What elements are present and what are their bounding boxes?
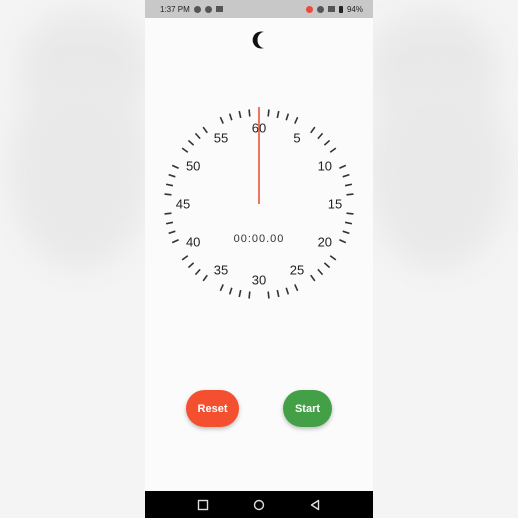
dial-tick	[317, 268, 324, 276]
battery-level: 94%	[346, 4, 363, 14]
dial-tick	[285, 287, 290, 295]
dial-tick	[187, 262, 195, 269]
signal-icon	[327, 6, 335, 12]
dial-tick	[202, 274, 208, 282]
circle-icon	[253, 499, 265, 510]
dial-tick	[165, 183, 174, 187]
dial-tick	[238, 289, 242, 298]
reset-button[interactable]: Reset	[186, 390, 239, 427]
dial-tick	[267, 109, 270, 117]
record-icon	[305, 5, 313, 13]
dial-label: 30	[252, 273, 266, 288]
notification-icon	[193, 5, 201, 13]
dial-tick	[310, 274, 316, 282]
dial-tick	[344, 221, 353, 225]
dial-tick	[267, 291, 270, 299]
dial-label: 50	[186, 159, 200, 174]
background-blur	[368, 70, 508, 270]
status-bar: 1:37 PM 94%	[145, 0, 373, 18]
dial-tick	[248, 291, 251, 299]
dial-tick	[248, 109, 251, 117]
dial-tick	[238, 110, 242, 119]
dial-tick	[323, 139, 331, 146]
timer-display: 00:00.00	[233, 233, 285, 245]
notification-icon	[215, 6, 223, 12]
navigation-bar	[145, 491, 373, 518]
dial-tick	[219, 284, 224, 292]
dial-tick	[346, 212, 354, 215]
dial-tick	[317, 132, 324, 140]
dial-tick	[164, 193, 172, 196]
dial-tick	[310, 126, 316, 134]
dial-label: 25	[290, 262, 304, 277]
back-button[interactable]	[305, 495, 325, 515]
dial-tick	[202, 126, 208, 134]
notification-icon	[204, 5, 212, 13]
dial-tick	[187, 139, 195, 146]
start-button[interactable]: Start	[283, 390, 332, 427]
dial-tick	[228, 113, 233, 121]
dial-tick	[285, 113, 290, 121]
phone-screen: 1:37 PM 94% 60 5 10 15 20 25 30 35 40 45 50 55 00:0…	[145, 0, 373, 518]
square-icon	[197, 499, 209, 510]
triangle-back-icon	[310, 499, 320, 510]
dial-label: 5	[293, 131, 300, 146]
dial-label: 45	[176, 197, 190, 212]
dial-tick	[342, 173, 350, 178]
recents-button[interactable]	[193, 495, 213, 515]
dial-tick	[329, 255, 337, 261]
dial-tick	[344, 183, 353, 187]
dial-tick	[171, 164, 179, 169]
dial-tick	[181, 147, 189, 153]
dial-tick	[276, 289, 280, 298]
stopwatch-dial: 60510152025303540455055	[164, 107, 354, 299]
dial-tick	[219, 116, 224, 124]
status-time: 1:37 PM	[160, 4, 190, 14]
dial-tick	[294, 116, 299, 124]
home-button[interactable]	[249, 495, 269, 515]
dial-tick	[194, 132, 201, 140]
dial-tick	[294, 284, 299, 292]
dial-tick	[164, 212, 172, 215]
dial-label: 55	[214, 131, 228, 146]
dial-tick	[276, 110, 280, 119]
dial-tick	[323, 262, 331, 269]
dial-label: 35	[214, 262, 228, 277]
dial-tick	[339, 164, 347, 169]
dial-tick	[168, 173, 176, 178]
dial-tick	[346, 193, 354, 196]
dial-tick	[181, 255, 189, 261]
dial-tick	[194, 268, 201, 276]
dial-tick	[165, 221, 174, 225]
wifi-icon	[316, 5, 324, 13]
background-blur	[10, 70, 150, 270]
dial-tick	[228, 287, 233, 295]
dial-label: 15	[328, 197, 342, 212]
dial-label: 10	[318, 159, 332, 174]
battery-icon	[338, 5, 343, 13]
moon-icon[interactable]	[250, 29, 272, 51]
dial-tick	[329, 147, 337, 153]
